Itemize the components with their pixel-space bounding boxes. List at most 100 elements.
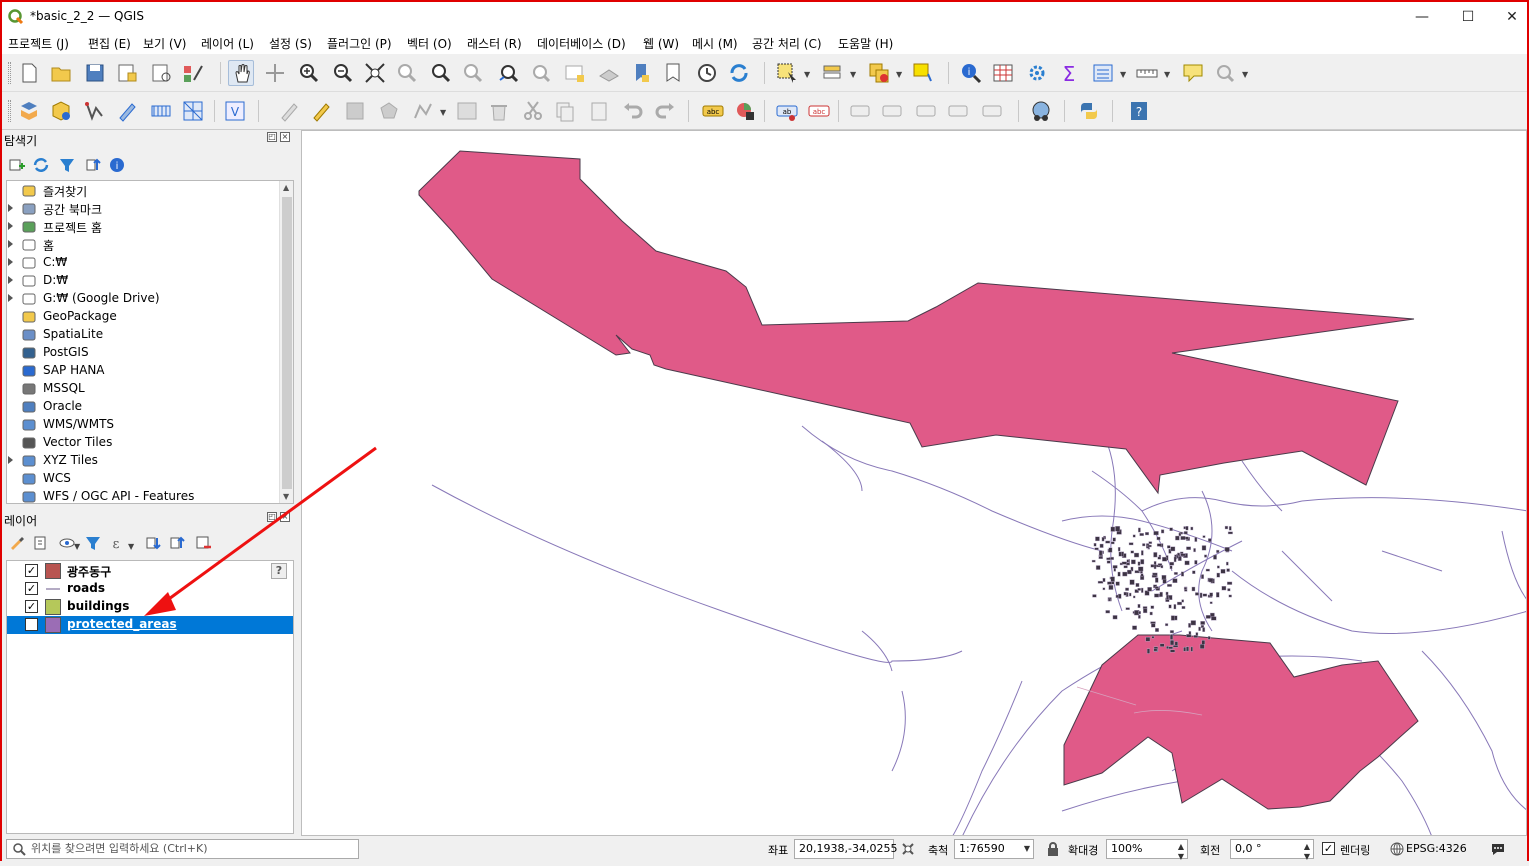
zoom-next-icon[interactable] <box>528 60 554 86</box>
rotate-label-icon[interactable] <box>946 98 972 124</box>
layer-visibility-checkbox[interactable]: ✓ <box>25 582 38 595</box>
filter-legend-icon[interactable] <box>84 534 102 552</box>
chevron-down-icon[interactable]: ▼ <box>1024 840 1030 858</box>
menu-raster[interactable]: 래스터 (R) <box>467 35 522 52</box>
open-layer-styling-icon[interactable] <box>8 534 26 552</box>
new-project-icon[interactable] <box>16 60 42 86</box>
expand-arrow-icon[interactable] <box>8 276 13 284</box>
menu-vector[interactable]: 벡터 (O) <box>407 35 452 52</box>
select-features-icon[interactable] <box>774 60 800 86</box>
open-project-icon[interactable] <box>48 60 74 86</box>
highlight-pinned-labels-icon[interactable]: abc <box>806 98 832 124</box>
lock-scale-icon[interactable] <box>1046 841 1060 857</box>
menu-edit[interactable]: 편집 (E) <box>88 35 131 52</box>
locate-icon[interactable] <box>1212 60 1238 86</box>
select-location-icon[interactable] <box>910 60 936 86</box>
remove-layer-icon[interactable] <box>194 534 212 552</box>
select-by-value-icon[interactable] <box>820 60 846 86</box>
toolbar-grip[interactable] <box>8 100 11 122</box>
dropdown-arrow-icon[interactable]: ▼ <box>1242 70 1248 79</box>
dropdown-arrow-icon[interactable]: ▼ <box>1164 70 1170 79</box>
save-edits-icon[interactable] <box>342 98 368 124</box>
browser-item[interactable]: Vector Tiles <box>7 434 281 452</box>
zoom-last-icon[interactable] <box>496 60 522 86</box>
new-virtual-layer-icon[interactable] <box>148 98 174 124</box>
browser-item[interactable]: WCS <box>7 470 281 488</box>
add-selected-layers-icon[interactable] <box>8 156 26 174</box>
new-spatial-bookmark-icon[interactable] <box>628 60 654 86</box>
digitize-icon[interactable] <box>82 98 108 124</box>
dropdown-arrow-icon[interactable]: ▼ <box>896 70 902 79</box>
globe-icon[interactable] <box>1390 842 1404 856</box>
zoom-full-icon[interactable] <box>362 60 388 86</box>
add-virtual-layer-icon[interactable]: V <box>222 98 248 124</box>
collapse-all-icon[interactable] <box>84 156 102 174</box>
scroll-thumb[interactable] <box>282 197 292 489</box>
scroll-up-icon[interactable]: ▲ <box>283 183 289 192</box>
map-canvas[interactable] <box>301 130 1527 836</box>
dropdown-arrow-icon[interactable]: ▼ <box>440 108 446 117</box>
add-group-icon[interactable] <box>32 534 50 552</box>
layer-item[interactable]: ✓ roads <box>7 580 293 598</box>
paste-features-icon[interactable] <box>586 98 612 124</box>
identify-features-icon[interactable]: i <box>958 60 984 86</box>
expand-all-icon[interactable] <box>144 534 162 552</box>
browser-item[interactable]: XYZ Tiles <box>7 452 281 470</box>
filter-legend-expression-icon[interactable]: ε <box>108 534 126 552</box>
browser-item[interactable]: MSSQL <box>7 380 281 398</box>
toolbar-grip[interactable] <box>8 62 11 84</box>
browser-item[interactable]: PostGIS <box>7 344 281 362</box>
toggle-extents-mouse-icon[interactable] <box>900 841 916 857</box>
maximize-button[interactable]: ☐ <box>1445 2 1491 32</box>
diagram-options-icon[interactable] <box>732 98 758 124</box>
processing-toolbox-icon[interactable] <box>1024 60 1050 86</box>
menu-layer[interactable]: 레이어 (L) <box>201 35 254 52</box>
coordinate-field[interactable]: 20,1938,-34,0255 <box>794 839 897 859</box>
label-toolbar-icon[interactable]: abc <box>700 98 726 124</box>
layer-item[interactable]: ✓ buildings <box>7 598 293 616</box>
menu-help[interactable]: 도움말 (H) <box>838 35 893 52</box>
deselect-features-icon[interactable] <box>866 60 892 86</box>
show-hide-labels-icon[interactable] <box>880 98 906 124</box>
pin-labels-icon[interactable] <box>848 98 874 124</box>
scale-combobox[interactable]: 1:76590 ▼ <box>954 839 1034 859</box>
layer-visibility-checkbox[interactable]: ✓ <box>25 564 38 577</box>
attribute-table-icon[interactable] <box>990 60 1016 86</box>
menu-mesh[interactable]: 메시 (M) <box>692 35 738 52</box>
menu-database[interactable]: 데이터베이스 (D) <box>537 35 626 52</box>
expand-arrow-icon[interactable] <box>8 204 13 212</box>
browser-item[interactable]: C:₩ <box>7 254 281 272</box>
dropdown-arrow-icon[interactable]: ▼ <box>128 542 134 551</box>
render-checkbox[interactable]: ✓ <box>1322 842 1335 855</box>
spin-down-icon[interactable]: ▼ <box>1178 848 1184 866</box>
zoom-to-layer-icon[interactable] <box>428 60 454 86</box>
browser-item[interactable]: Oracle <box>7 398 281 416</box>
refresh-browser-icon[interactable] <box>32 156 50 174</box>
zoom-out-icon[interactable] <box>330 60 356 86</box>
menu-plugins[interactable]: 플러그인 (P) <box>327 35 392 52</box>
dropdown-arrow-icon[interactable]: ▼ <box>804 70 810 79</box>
new-print-layout-icon[interactable] <box>114 60 140 86</box>
new-map-view-icon[interactable] <box>562 60 588 86</box>
expand-arrow-icon[interactable] <box>8 258 13 266</box>
expand-arrow-icon[interactable] <box>8 222 13 230</box>
statistical-summary-icon[interactable]: Σ <box>1056 60 1082 86</box>
scroll-down-icon[interactable]: ▼ <box>283 492 289 501</box>
add-polygon-feature-icon[interactable] <box>376 98 402 124</box>
new-3d-map-view-icon[interactable] <box>596 60 622 86</box>
expand-arrow-icon[interactable] <box>8 294 13 302</box>
spin-down-icon[interactable]: ▼ <box>1304 848 1310 866</box>
menu-web[interactable]: 웹 (W) <box>643 35 679 52</box>
menu-view[interactable]: 보기 (V) <box>143 35 186 52</box>
style-manager-icon[interactable] <box>180 60 206 86</box>
dropdown-arrow-icon[interactable]: ▼ <box>74 542 80 551</box>
layer-item[interactable]: ✓ protected_areas <box>7 616 293 634</box>
dropdown-arrow-icon[interactable]: ▼ <box>850 70 856 79</box>
vertex-tool-icon[interactable] <box>410 98 436 124</box>
current-edits-icon[interactable] <box>276 98 302 124</box>
save-project-icon[interactable] <box>82 60 108 86</box>
delete-selected-icon[interactable] <box>486 98 512 124</box>
locator-search-input[interactable]: 위치를 찾으려면 입력하세요 (Ctrl+K) <box>6 839 359 859</box>
filter-browser-icon[interactable] <box>58 156 76 174</box>
open-field-calculator-icon[interactable] <box>1090 60 1116 86</box>
